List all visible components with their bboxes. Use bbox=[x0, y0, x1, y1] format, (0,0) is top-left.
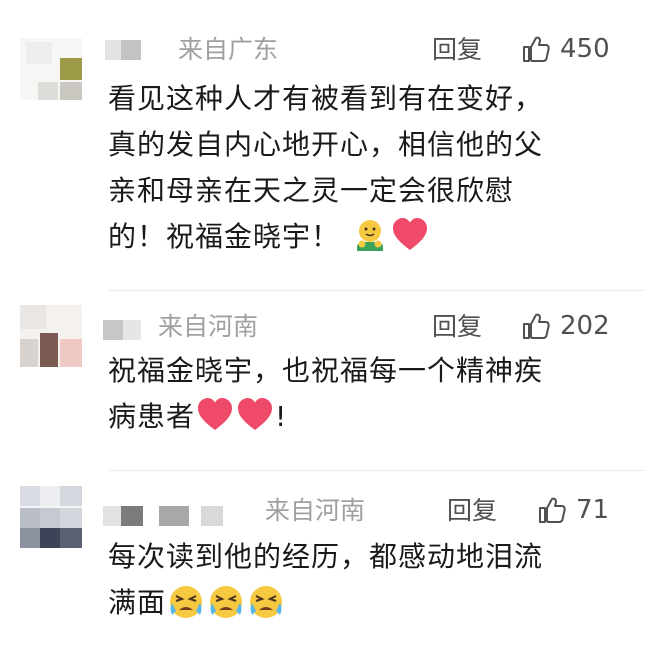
comment-line-with-emoji: 病患者! bbox=[108, 394, 543, 440]
crying-face-emoji bbox=[166, 581, 206, 621]
red-heart-emoji bbox=[195, 395, 235, 435]
comment-text: 祝福金晓宇，也祝福每一个精神疾 病患者! bbox=[108, 348, 543, 440]
thumbs-up-icon bbox=[536, 494, 568, 526]
like-count: 71 bbox=[576, 495, 610, 525]
avatar[interactable] bbox=[20, 38, 82, 100]
like-button[interactable]: 202 bbox=[520, 311, 610, 341]
avatar[interactable] bbox=[20, 486, 82, 548]
comment-line: 满面 bbox=[108, 586, 167, 619]
comment-line: 的！祝福金晓宇！ bbox=[108, 220, 341, 253]
comment-1: 来自广东 回复 450 看见这种人才有被看到有在变好， 真的发自内心地开心，相信… bbox=[0, 0, 645, 290]
like-count: 450 bbox=[560, 34, 610, 64]
region-label: 来自河南 bbox=[265, 496, 366, 525]
region-label: 来自河南 bbox=[158, 312, 259, 341]
reply-button[interactable]: 回复 bbox=[432, 35, 482, 65]
like-button[interactable]: 450 bbox=[520, 34, 610, 64]
region-label: 来自广东 bbox=[178, 35, 279, 64]
thumbs-up-icon bbox=[520, 310, 552, 342]
crying-face-emoji bbox=[206, 581, 246, 621]
comment-text: 每次读到他的经历，都感动地泪流 满面 bbox=[108, 534, 543, 626]
comment-line: 看见这种人才有被看到有在变好， bbox=[108, 82, 544, 115]
crying-face-emoji bbox=[246, 581, 286, 621]
comment-line: 病患者 bbox=[108, 400, 196, 433]
comment-line-tail: ! bbox=[275, 400, 288, 433]
thumbs-up-icon bbox=[520, 33, 552, 65]
comment-line: 真的发自内心地开心，相信他的父 bbox=[108, 128, 544, 161]
comment-line-with-emoji: 满面 bbox=[108, 580, 543, 626]
comment-line-with-emoji: 的！祝福金晓宇！ bbox=[108, 214, 543, 260]
red-heart-emoji bbox=[390, 215, 430, 255]
comment-2: 来自河南 回复 202 祝福金晓宇，也祝福每一个精神疾 病患者! bbox=[0, 290, 645, 480]
comment-line: 祝福金晓宇，也祝福每一个精神疾 bbox=[108, 354, 544, 387]
nickname-blurred[interactable] bbox=[105, 40, 145, 60]
like-count: 202 bbox=[560, 311, 610, 341]
nickname-blurred[interactable] bbox=[103, 506, 253, 526]
comment-line: 亲和母亲在天之灵一定会很欣慰 bbox=[108, 174, 515, 207]
nickname-blurred[interactable] bbox=[103, 320, 143, 340]
hugging-face-emoji bbox=[350, 215, 390, 255]
reply-button[interactable]: 回复 bbox=[447, 496, 497, 526]
red-heart-emoji bbox=[235, 395, 275, 435]
like-button[interactable]: 71 bbox=[536, 495, 609, 525]
avatar[interactable] bbox=[20, 305, 82, 367]
comment-line: 每次读到他的经历，都感动地泪流 bbox=[108, 540, 544, 573]
reply-button[interactable]: 回复 bbox=[432, 312, 482, 342]
comment-3: 来自河南 回复 71 每次读到他的经历，都感动地泪流 满面 bbox=[0, 470, 645, 655]
comment-text: 看见这种人才有被看到有在变好， 真的发自内心地开心，相信他的父 亲和母亲在天之灵… bbox=[108, 76, 543, 260]
